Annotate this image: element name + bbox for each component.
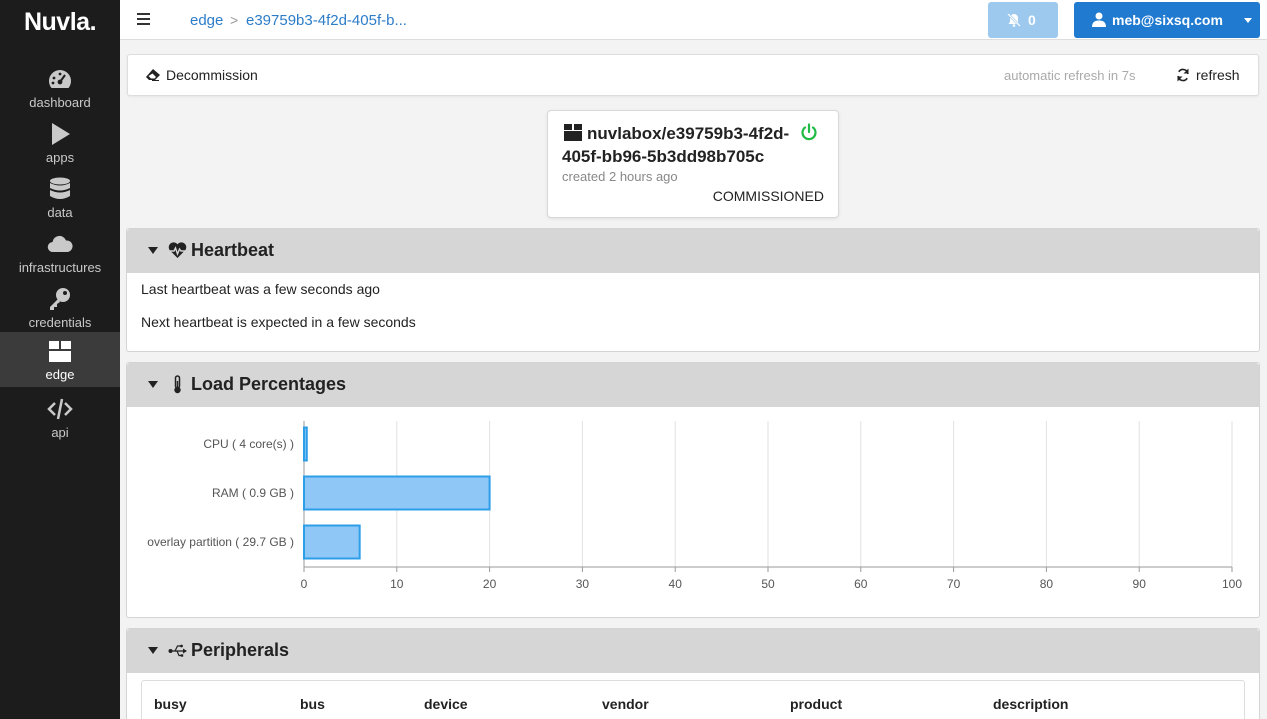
x-tick-label: 70 — [947, 577, 961, 591]
play-icon — [52, 123, 70, 145]
sidebar-item-dashboard[interactable]: dashboard — [0, 62, 120, 117]
column-header-bus[interactable]: bus — [300, 696, 325, 712]
thermometer-icon — [174, 375, 181, 394]
breadcrumb-nuvlabox[interactable]: e39759b3-4f2d-405f-b... — [246, 12, 407, 29]
refresh-button[interactable]: refresh — [1176, 67, 1240, 83]
sidebar-item-label: dashboard — [29, 95, 91, 110]
load-title: Load Percentages — [191, 374, 347, 394]
sidebar-item-api[interactable]: api — [0, 392, 120, 447]
sidebar-item-label: data — [47, 205, 73, 220]
peripherals-table: busy bus device vendor product descripti… — [141, 680, 1245, 719]
column-header-busy[interactable]: busy — [154, 696, 187, 712]
sidebar-item-label: api — [51, 425, 69, 440]
x-tick-label: 20 — [483, 577, 497, 591]
top-bar: edge > e39759b3-4f2d-405f-b... 0 meb@six… — [120, 0, 1267, 40]
code-icon — [47, 398, 73, 420]
peripherals-title: Peripherals — [191, 640, 290, 660]
action-toolbar: Decommission automatic refresh in 7s ref… — [127, 54, 1259, 96]
nuvlabox-state: COMMISSIONED — [712, 188, 824, 204]
refresh-label: refresh — [1196, 67, 1240, 83]
next-heartbeat-text: Next heartbeat is expected in a few seco… — [141, 314, 416, 330]
load-chart: 0 10 20 30 40 50 60 70 80 90 100 CPU ( 4 core(s) ) R… — [147, 421, 1242, 591]
column-header-product[interactable]: product — [790, 696, 842, 712]
heartbeat-title: Heartbeat — [191, 240, 275, 260]
bell-slash-icon — [1007, 13, 1021, 27]
decommission-button[interactable]: Decommission — [146, 67, 258, 83]
sidebar-item-credentials[interactable]: credentials — [0, 282, 120, 337]
auto-refresh-status: automatic refresh in 7s — [1004, 68, 1136, 83]
category-label: RAM ( 0.9 GB ) — [212, 486, 294, 500]
sidebar-item-apps[interactable]: apps — [0, 117, 120, 172]
nuvlabox-created: created 2 hours ago — [562, 169, 678, 184]
notification-count: 0 — [1028, 12, 1036, 28]
sidebar: Nuvla. dashboard apps data infrastructur… — [0, 0, 120, 719]
sidebar-item-edge[interactable]: edge — [0, 332, 120, 387]
x-tick-label: 10 — [390, 577, 404, 591]
x-tick-label: 80 — [1040, 577, 1054, 591]
last-heartbeat-text: Last heartbeat was a few seconds ago — [141, 281, 380, 297]
breadcrumb-separator: > — [230, 12, 239, 28]
usb-icon — [168, 644, 187, 657]
refresh-icon — [1177, 68, 1189, 82]
nuvlabox-card[interactable]: nuvlabox/e39759b3-4f2d-405f-bb96-5b3dd98… — [547, 110, 839, 218]
heartbeat-header[interactable]: Heartbeat — [127, 229, 1259, 273]
category-label: overlay partition ( 29.7 GB ) — [147, 535, 294, 549]
caret-down-icon[interactable] — [148, 247, 158, 254]
power-icon — [801, 123, 817, 141]
dashboard-icon — [48, 70, 72, 88]
column-header-description[interactable]: description — [993, 696, 1068, 712]
load-header[interactable]: Load Percentages — [127, 363, 1259, 407]
notifications-button[interactable]: 0 — [988, 2, 1058, 38]
column-header-vendor[interactable]: vendor — [602, 696, 649, 712]
key-icon — [50, 288, 70, 310]
bar — [303, 524, 361, 560]
x-tick-label: 90 — [1133, 577, 1147, 591]
x-tick-label: 0 — [301, 577, 308, 591]
column-header-device[interactable]: device — [424, 696, 468, 712]
menu-icon[interactable] — [137, 11, 151, 27]
cloud-icon — [47, 235, 73, 253]
sidebar-item-infrastructures[interactable]: infrastructures — [0, 227, 120, 282]
bar — [303, 426, 308, 462]
sidebar-item-data[interactable]: data — [0, 172, 120, 227]
user-icon — [1092, 12, 1106, 27]
heartbeat-section: Heartbeat Last heartbeat was a few secon… — [126, 228, 1260, 352]
load-section: Load Percentages 0 10 20 30 40 50 60 70 80 90 100 C… — [126, 362, 1260, 618]
sidebar-item-label: credentials — [28, 315, 92, 330]
nuvla-logo[interactable]: Nuvla. — [0, 8, 120, 37]
user-menu-button[interactable]: meb@sixsq.com — [1074, 2, 1260, 38]
category-label: CPU ( 4 core(s) ) — [203, 437, 294, 451]
eraser-icon — [146, 69, 160, 81]
bar — [303, 475, 491, 511]
peripherals-header[interactable]: Peripherals — [127, 629, 1259, 673]
breadcrumb-edge[interactable]: edge — [190, 12, 223, 29]
x-tick-label: 100 — [1222, 577, 1242, 591]
box-icon — [49, 341, 71, 362]
peripherals-section: Peripherals busy bus device vendor produ… — [126, 628, 1260, 719]
user-email: meb@sixsq.com — [1112, 12, 1223, 28]
decommission-label: Decommission — [166, 67, 258, 83]
x-tick-label: 40 — [669, 577, 683, 591]
x-tick-label: 50 — [761, 577, 775, 591]
chevron-down-icon[interactable] — [1244, 18, 1252, 23]
heartbeat-icon — [168, 242, 187, 258]
caret-down-icon[interactable] — [148, 647, 158, 654]
database-icon — [50, 177, 70, 199]
x-tick-label: 30 — [576, 577, 590, 591]
nuvlabox-title: nuvlabox/e39759b3-4f2d-405f-bb96-5b3dd98… — [562, 124, 790, 166]
sidebar-item-label: edge — [45, 367, 75, 382]
sidebar-item-label: apps — [45, 150, 75, 165]
x-tick-label: 60 — [854, 577, 868, 591]
caret-down-icon[interactable] — [148, 381, 158, 388]
sidebar-item-label: infrastructures — [18, 260, 102, 275]
